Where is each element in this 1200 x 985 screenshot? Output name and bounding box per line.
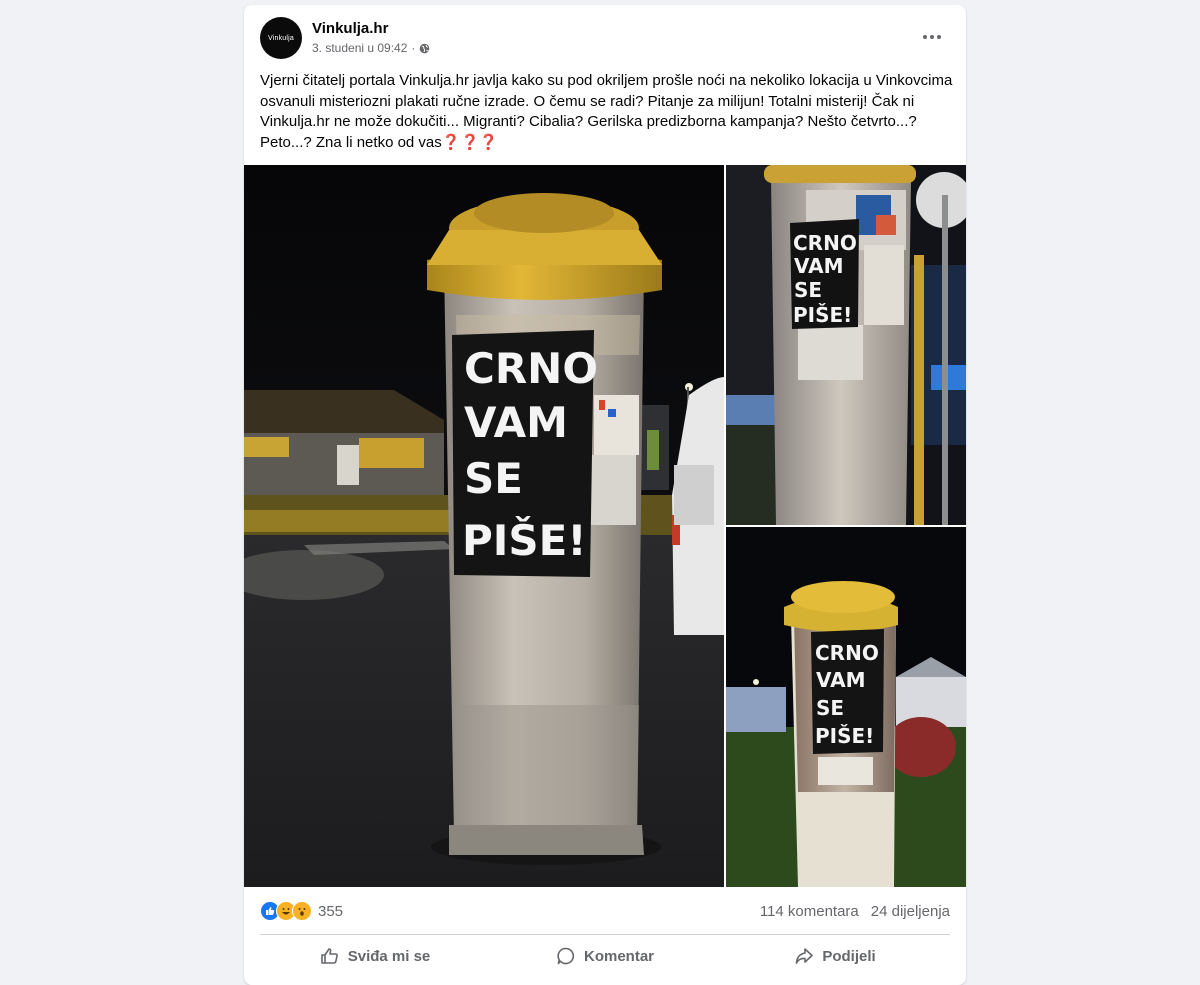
photo-main[interactable]: CRNO VAM SE PIŠE! <box>244 165 724 887</box>
more-options-button[interactable] <box>914 23 950 51</box>
photo-bottom-right-image: CRNO VAM SE PIŠE! <box>726 527 966 887</box>
poster-line-4: PIŠE! <box>793 303 852 327</box>
globe-icon[interactable] <box>419 43 430 54</box>
poster-line-3: SE <box>464 454 523 503</box>
post-timestamp[interactable]: 3. studeni u 09:42 <box>312 41 407 55</box>
more-dot-icon <box>937 35 941 39</box>
poster-line-1: CRNO <box>793 231 857 255</box>
avatar-text: Vinkulja <box>268 34 294 42</box>
post-card: Vinkulja Vinkulja.hr 3. studeni u 09:42 … <box>244 5 966 985</box>
photo-top-right-image: CRNO VAM SE PIŠE! <box>726 165 966 525</box>
engagement-counts: 114 komentara 24 dijeljenja <box>760 903 950 920</box>
separator-dot: · <box>411 41 416 55</box>
reactions-summary[interactable]: 355 <box>260 901 343 921</box>
post-meta: 3. studeni u 09:42 · <box>312 41 430 55</box>
thumbs-up-icon <box>320 948 338 964</box>
poster-line-4: PIŠE! <box>815 724 874 748</box>
question-emoji: ❓❓❓ <box>441 133 498 151</box>
post-header: Vinkulja Vinkulja.hr 3. studeni u 09:42 … <box>260 17 950 61</box>
post-stats: 355 114 komentara 24 dijeljenja <box>260 897 950 925</box>
photo-grid: CRNO VAM SE PIŠE! CRNO VAM SE PIŠE! CRNO… <box>244 165 966 887</box>
comment-label: Komentar <box>583 947 654 965</box>
wow-reaction-icon <box>292 901 312 921</box>
avatar[interactable]: Vinkulja <box>260 17 302 59</box>
share-arrow-icon <box>796 948 814 964</box>
poster-line-1: CRNO <box>815 641 879 665</box>
poster-line-3: SE <box>794 278 822 302</box>
poster-line-3: SE <box>816 696 844 720</box>
post-caption: Vjerni čitatelj portala Vinkulja.hr javl… <box>260 71 956 153</box>
photo-bottom-right[interactable]: CRNO VAM SE PIŠE! <box>726 527 966 887</box>
page-name-link[interactable]: Vinkulja.hr <box>312 20 388 37</box>
actions-divider <box>260 934 950 935</box>
reaction-count: 355 <box>318 902 344 920</box>
photo-top-right[interactable]: CRNO VAM SE PIŠE! <box>726 165 966 525</box>
share-label: Podijeli <box>822 947 876 965</box>
photo-main-image: CRNO VAM SE PIŠE! <box>244 165 724 887</box>
like-label: Sviđa mi se <box>347 947 431 965</box>
caption-text: Vjerni čitatelj portala Vinkulja.hr javl… <box>260 72 953 151</box>
more-dot-icon <box>923 35 927 39</box>
more-dot-icon <box>930 35 934 39</box>
shares-count-link[interactable]: 24 dijeljenja <box>871 903 950 920</box>
poster-line-2: VAM <box>464 398 568 447</box>
poster-line-4: PIŠE! <box>462 515 587 565</box>
comments-count-link[interactable]: 114 komentara <box>760 903 859 920</box>
poster-line-2: VAM <box>794 254 844 278</box>
poster-line-2: VAM <box>816 668 866 692</box>
comment-bubble-icon <box>557 947 575 965</box>
poster-line-1: CRNO <box>464 344 598 393</box>
